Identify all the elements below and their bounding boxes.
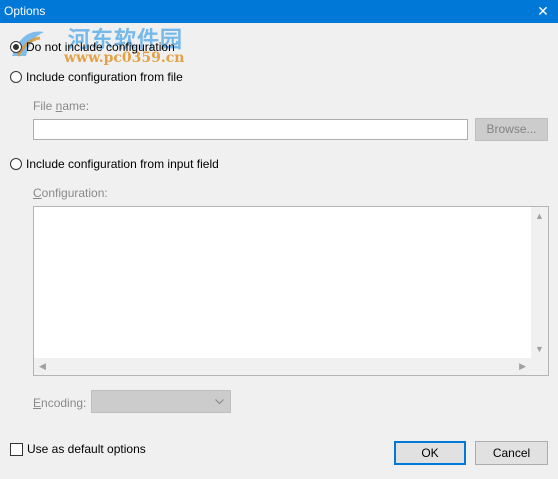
encoding-label-access-key: E — [33, 396, 42, 410]
chevron-down-icon — [215, 399, 224, 405]
configuration-label: Configuration: — [33, 186, 108, 200]
window-title: Options — [4, 4, 46, 18]
file-name-label-prefix: File — [33, 99, 56, 113]
browse-button[interactable]: Browse... — [475, 118, 548, 141]
configuration-textarea[interactable]: ▲ ▼ ◀ ▶ — [33, 206, 549, 376]
scroll-up-icon[interactable]: ▲ — [535, 212, 544, 221]
file-name-label: File name: — [33, 99, 89, 113]
scroll-right-icon[interactable]: ▶ — [519, 362, 526, 371]
radio-from-input-label: Include configuration from input field — [26, 157, 219, 171]
cancel-button[interactable]: Cancel — [475, 441, 548, 465]
radio-from-input[interactable]: Include configuration from input field — [10, 157, 219, 171]
scroll-left-icon[interactable]: ◀ — [39, 362, 46, 371]
configuration-label-access-key: C — [33, 186, 42, 200]
default-options-checkbox-row[interactable]: Use as default options — [10, 442, 146, 456]
title-bar: Options ✕ — [0, 0, 558, 23]
default-options-checkbox[interactable] — [10, 442, 23, 456]
configuration-label-suffix: onfiguration: — [41, 186, 108, 200]
footer-separator — [0, 426, 558, 427]
vertical-scrollbar[interactable]: ▲ ▼ — [531, 207, 548, 359]
horizontal-scrollbar[interactable]: ◀ ▶ — [34, 358, 531, 375]
scroll-down-icon[interactable]: ▼ — [535, 345, 544, 354]
close-icon[interactable]: ✕ — [534, 2, 552, 20]
encoding-select[interactable] — [91, 390, 231, 413]
radio-from-file-label: Include configuration from file — [26, 70, 183, 84]
radio-no-config-label: Do not include configuration — [26, 40, 175, 54]
scrollbar-corner — [531, 358, 548, 375]
radio-from-file[interactable]: Include configuration from file — [10, 70, 183, 84]
file-name-label-suffix: ame: — [62, 99, 90, 113]
radio-no-config[interactable]: Do not include configuration — [10, 40, 175, 54]
ok-button[interactable]: OK — [394, 441, 466, 465]
file-name-input[interactable] — [33, 119, 468, 140]
radio-from-file-indicator[interactable] — [10, 71, 22, 83]
radio-no-config-indicator[interactable] — [10, 41, 22, 53]
encoding-label-suffix: ncoding: — [41, 396, 87, 410]
encoding-label: Encoding: — [33, 396, 86, 410]
default-options-label: Use as default options — [27, 442, 146, 456]
radio-from-input-indicator[interactable] — [10, 158, 22, 170]
